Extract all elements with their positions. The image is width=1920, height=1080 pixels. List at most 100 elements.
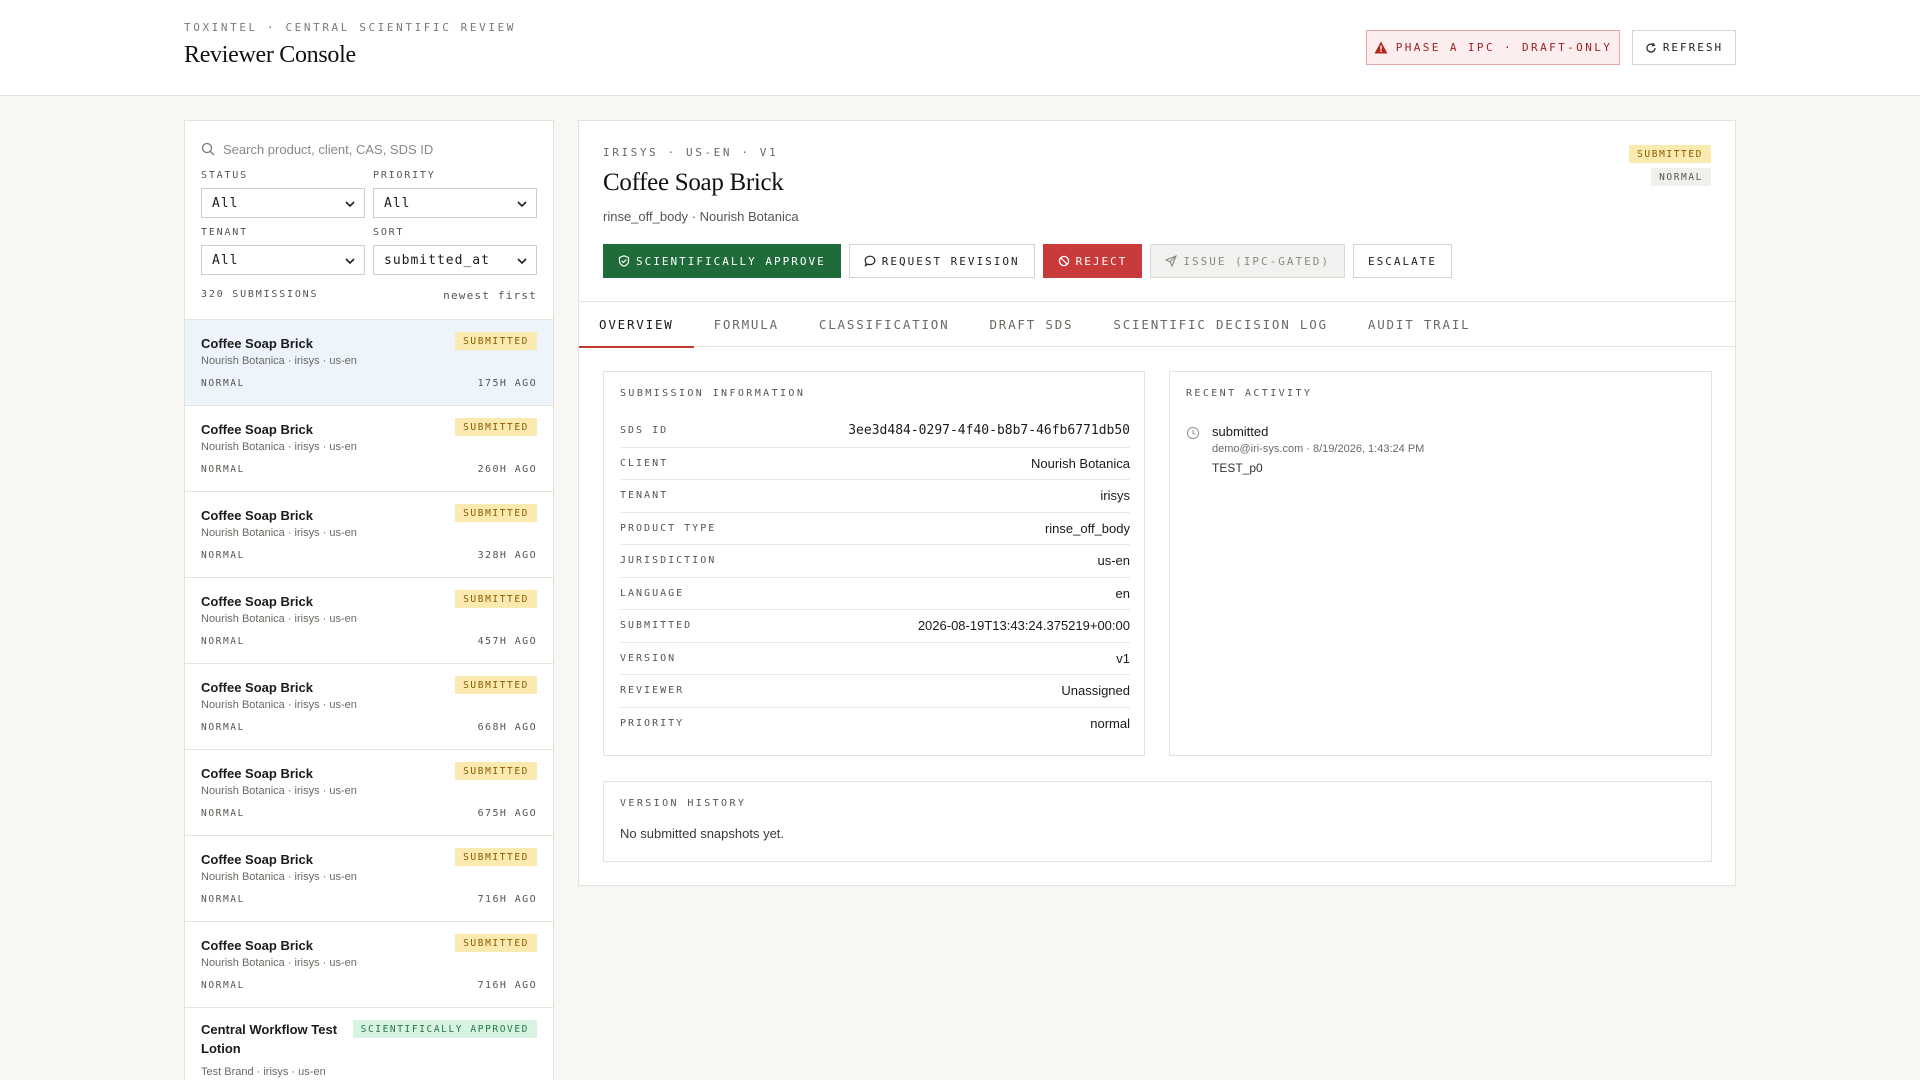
- tab-draft-sds[interactable]: DRAFT SDS: [969, 302, 1093, 347]
- list-item[interactable]: Coffee Soap Brick SUBMITTED Nourish Bota…: [185, 577, 553, 663]
- issue-label: ISSUE (IPC-GATED): [1183, 254, 1331, 268]
- escalate-button[interactable]: ESCALATE: [1353, 244, 1452, 278]
- item-age: 457H AGO: [477, 636, 537, 647]
- sort-select-value: submitted_at: [384, 252, 490, 268]
- info-key: SUBMITTED: [620, 620, 693, 632]
- item-title: Coffee Soap Brick: [201, 422, 313, 437]
- approve-label: SCIENTIFICALLY APPROVE: [636, 254, 826, 268]
- detail-title: Coffee Soap Brick: [603, 169, 784, 196]
- info-key: TENANT: [620, 490, 669, 502]
- reject-label: REJECT: [1075, 254, 1128, 268]
- item-title: Coffee Soap Brick: [201, 594, 313, 609]
- status-badge: SUBMITTED: [455, 504, 537, 522]
- tab-classification[interactable]: CLASSIFICATION: [799, 302, 970, 347]
- item-subtitle: Nourish Botanica · irisys · us-en: [201, 871, 357, 883]
- item-priority: NORMAL: [201, 378, 245, 389]
- item-age: 668H AGO: [477, 722, 537, 733]
- refresh-button[interactable]: REFRESH: [1632, 30, 1736, 65]
- tab-scientific-decision-log[interactable]: SCIENTIFIC DECISION LOG: [1093, 302, 1348, 347]
- item-priority: NORMAL: [201, 550, 245, 561]
- info-row: LANGUAGE en: [620, 578, 1130, 610]
- list-item[interactable]: Coffee Soap Brick SUBMITTED Nourish Bota…: [185, 663, 553, 749]
- warning-icon: [1374, 41, 1388, 54]
- info-value: 3ee3d484-0297-4f40-b8b7-46fb6771db50: [848, 423, 1130, 439]
- item-age: 716H AGO: [477, 980, 537, 991]
- status-select[interactable]: All: [201, 188, 365, 218]
- submission-list: Coffee Soap Brick SUBMITTED Nourish Bota…: [185, 319, 553, 1080]
- ban-icon: [1058, 255, 1069, 267]
- version-card-title: VERSION HISTORY: [620, 798, 747, 809]
- search-input[interactable]: [223, 141, 523, 157]
- info-value: Unassigned: [1061, 683, 1130, 699]
- priority-filter-label: PRIORITY: [373, 170, 436, 181]
- search-box[interactable]: [201, 137, 537, 161]
- status-badge: SCIENTIFICALLY APPROVED: [352, 1020, 537, 1038]
- tenant-select-value: All: [212, 252, 239, 268]
- info-row: REVIEWER Unassigned: [620, 675, 1130, 708]
- info-key: REVIEWER: [620, 685, 685, 697]
- phase-badge: PHASE A IPC · DRAFT-ONLY: [1366, 30, 1620, 65]
- list-item[interactable]: Central Workflow Test Lotion SCIENTIFICA…: [185, 1007, 553, 1080]
- chevron-down-icon: [345, 258, 355, 265]
- list-item[interactable]: Coffee Soap Brick SUBMITTED Nourish Bota…: [185, 491, 553, 577]
- list-item[interactable]: Coffee Soap Brick SUBMITTED Nourish Bota…: [185, 319, 553, 405]
- detail-subtitle: rinse_off_body · Nourish Botanica: [603, 209, 799, 224]
- info-row: JURISDICTION us-en: [620, 545, 1130, 578]
- priority-select[interactable]: All: [373, 188, 537, 218]
- info-value: normal: [1090, 716, 1130, 732]
- item-title: Coffee Soap Brick: [201, 938, 313, 953]
- request-revision-button[interactable]: REQUEST REVISION: [848, 244, 1035, 278]
- chevron-down-icon: [517, 201, 527, 208]
- item-priority: NORMAL: [201, 808, 245, 819]
- info-key: JURISDICTION: [620, 555, 717, 567]
- status-badge: SUBMITTED: [455, 848, 537, 866]
- list-item[interactable]: Coffee Soap Brick SUBMITTED Nourish Bota…: [185, 835, 553, 921]
- item-subtitle: Test Brand · irisys · us-en: [201, 1066, 326, 1078]
- activity-title: submitted: [1212, 424, 1269, 439]
- sort-filter-label: SORT: [373, 227, 405, 238]
- activity-card-title: RECENT ACTIVITY: [1186, 388, 1313, 399]
- issue-button[interactable]: ISSUE (IPC-GATED): [1150, 244, 1346, 278]
- list-item[interactable]: Coffee Soap Brick SUBMITTED Nourish Bota…: [185, 921, 553, 1007]
- sort-hint: newest first: [443, 289, 537, 302]
- info-value: 2026-08-19T13:43:24.375219+00:00: [917, 618, 1130, 634]
- status-badge: SUBMITTED: [455, 590, 537, 608]
- info-row: PRIORITY normal: [620, 708, 1130, 741]
- info-value: rinse_off_body: [1044, 520, 1130, 536]
- action-bar: SCIENTIFICALLY APPROVE REQUEST REVISION …: [603, 244, 1452, 278]
- list-item[interactable]: Coffee Soap Brick SUBMITTED Nourish Bota…: [185, 405, 553, 491]
- tenant-filter-label: TENANT: [201, 227, 248, 238]
- tab-overview[interactable]: OVERVIEW: [579, 302, 694, 348]
- info-row: CLIENT Nourish Botanica: [620, 448, 1130, 480]
- item-priority: NORMAL: [201, 464, 245, 475]
- comment-icon: [864, 255, 876, 267]
- status-badge: SUBMITTED: [455, 676, 537, 694]
- refresh-icon: [1646, 42, 1656, 53]
- submission-count: 320 SUBMISSIONS: [201, 289, 319, 300]
- item-priority: NORMAL: [201, 722, 245, 733]
- info-value: us-en: [1097, 553, 1130, 569]
- list-item[interactable]: Coffee Soap Brick SUBMITTED Nourish Bota…: [185, 749, 553, 835]
- info-key: SDS ID: [620, 425, 669, 437]
- chevron-down-icon: [345, 201, 355, 208]
- item-title: Coffee Soap Brick: [201, 680, 313, 695]
- phase-badge-label: PHASE A IPC · DRAFT-ONLY: [1395, 41, 1613, 54]
- tenant-select[interactable]: All: [201, 245, 365, 275]
- tab-audit-trail[interactable]: AUDIT TRAIL: [1348, 302, 1491, 347]
- status-filter-label: STATUS: [201, 170, 248, 181]
- item-age: 175H AGO: [477, 378, 537, 389]
- priority-select-value: All: [384, 195, 411, 211]
- item-subtitle: Nourish Botanica · irisys · us-en: [201, 355, 357, 367]
- version-empty-text: No submitted snapshots yet.: [620, 826, 785, 841]
- approve-button[interactable]: SCIENTIFICALLY APPROVE: [603, 244, 841, 278]
- item-title: Coffee Soap Brick: [201, 852, 313, 867]
- top-header: TOXINTEL · CENTRAL SCIENTIFIC REVIEW Rev…: [0, 0, 1920, 96]
- status-badge: SUBMITTED: [455, 418, 537, 436]
- item-subtitle: Nourish Botanica · irisys · us-en: [201, 441, 357, 453]
- tab-formula[interactable]: FORMULA: [694, 302, 799, 347]
- activity-note: TEST_p0: [1212, 461, 1263, 475]
- info-key: CLIENT: [620, 457, 669, 469]
- sort-select[interactable]: submitted_at: [373, 245, 537, 275]
- status-badge: SUBMITTED: [455, 762, 537, 780]
- reject-button[interactable]: REJECT: [1042, 244, 1143, 278]
